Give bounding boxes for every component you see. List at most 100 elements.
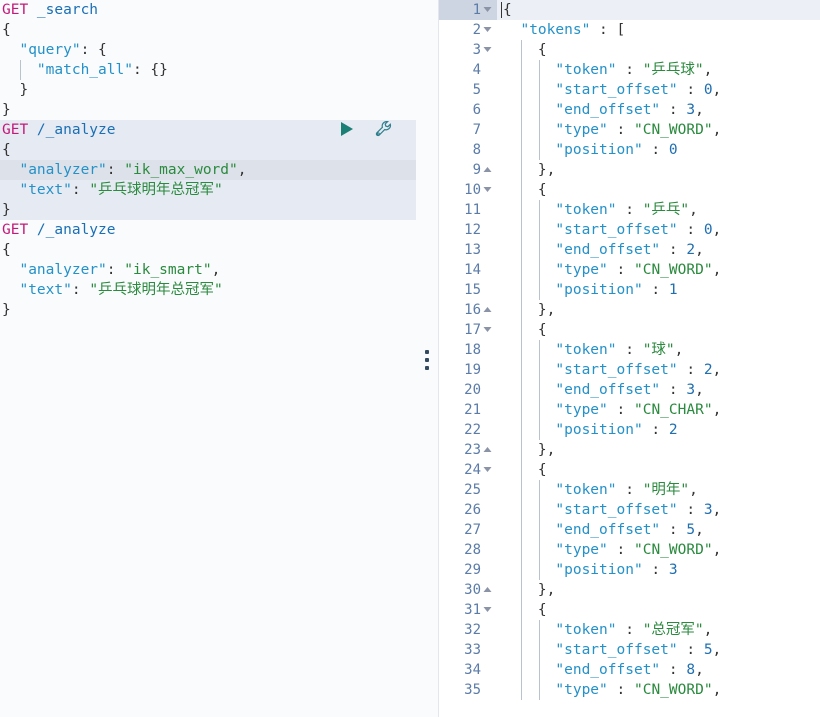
response-line[interactable]: 8 "position" : 0 (439, 140, 820, 160)
code-token: "end_offset" (555, 662, 661, 678)
panel-splitter[interactable] (416, 0, 438, 717)
chevron-up-icon[interactable] (483, 300, 494, 320)
code-token: : (616, 202, 643, 218)
response-line[interactable]: 9 }, (439, 160, 820, 180)
response-line[interactable]: 5 "start_offset" : 0, (439, 80, 820, 100)
editor-line[interactable]: } (0, 300, 416, 320)
code-token: "ik_smart" (124, 262, 212, 278)
splitter-drag-handle[interactable] (425, 350, 429, 370)
code-token: "start_offset" (555, 362, 678, 378)
indent-guide (521, 480, 523, 500)
chevron-up-icon[interactable] (483, 580, 494, 600)
request-block-2[interactable]: GET /_analyze { "analyzer": "ik_smart", "… (0, 220, 416, 320)
response-code-text: { (497, 460, 820, 480)
response-viewer-panel[interactable]: 1{2 "tokens" : [3 {4 "token" : "乒乓球", 5 "… (438, 0, 820, 717)
response-line[interactable]: 3 { (439, 40, 820, 60)
chevron-up-icon[interactable] (483, 440, 494, 460)
response-line[interactable]: 35 "type" : "CN_WORD", (439, 680, 820, 700)
response-line[interactable]: 24 { (439, 460, 820, 480)
chevron-down-icon[interactable] (483, 20, 494, 40)
editor-line[interactable]: { (0, 20, 416, 40)
editor-line[interactable]: } (0, 200, 416, 220)
response-line[interactable]: 34 "end_offset" : 8, (439, 660, 820, 680)
chevron-down-icon[interactable] (483, 320, 494, 340)
response-line[interactable]: 29 "position" : 3 (439, 560, 820, 580)
response-line[interactable]: 25 "token" : "明年", (439, 480, 820, 500)
indent-guide (521, 340, 523, 360)
editor-line[interactable]: } (0, 80, 416, 100)
response-line[interactable]: 6 "end_offset" : 3, (439, 100, 820, 120)
chevron-down-icon[interactable] (483, 180, 494, 200)
response-line[interactable]: 14 "type" : "CN_WORD", (439, 260, 820, 280)
request-editor-panel[interactable]: GET _search{ "query": { "match_all": {} … (0, 0, 416, 717)
line-number: 3 (439, 40, 497, 60)
editor-line[interactable]: "analyzer": "ik_max_word", (0, 160, 416, 180)
code-token: , (712, 222, 722, 238)
response-line[interactable]: 13 "end_offset" : 2, (439, 240, 820, 260)
response-line[interactable]: 17 { (439, 320, 820, 340)
indent-guide (521, 380, 523, 400)
code-token: , (211, 262, 221, 278)
response-line[interactable]: 33 "start_offset" : 5, (439, 640, 820, 660)
response-line[interactable]: 11 "token" : "乒乓", (439, 200, 820, 220)
response-code-text: "position" : 3 (497, 560, 820, 580)
code-token: : (660, 242, 687, 258)
response-line[interactable]: 16 }, (439, 300, 820, 320)
response-line[interactable]: 7 "type" : "CN_WORD", (439, 120, 820, 140)
response-line[interactable]: 22 "position" : 2 (439, 420, 820, 440)
response-line[interactable]: 10 { (439, 180, 820, 200)
code-token: "text" (19, 182, 72, 198)
response-line[interactable]: 28 "type" : "CN_WORD", (439, 540, 820, 560)
response-line[interactable]: 21 "type" : "CN_CHAR", (439, 400, 820, 420)
response-line[interactable]: 1{ (439, 0, 820, 20)
response-line[interactable]: 18 "token" : "球", (439, 340, 820, 360)
response-line[interactable]: 31 { (439, 600, 820, 620)
wrench-icon[interactable] (374, 119, 394, 143)
response-line[interactable]: 4 "token" : "乒乓球", (439, 60, 820, 80)
code-token: { (150, 62, 160, 78)
chevron-down-icon[interactable] (483, 600, 494, 620)
editor-line[interactable]: "query": { (0, 40, 416, 60)
code-token: 8 (686, 662, 696, 678)
response-line[interactable]: 2 "tokens" : [ (439, 20, 820, 40)
request-block-0[interactable]: GET _search{ "query": { "match_all": {} … (0, 0, 416, 120)
editor-line[interactable]: "text": "乒乓球明年总冠军" (0, 180, 416, 200)
editor-line[interactable]: "analyzer": "ik_smart", (0, 260, 416, 280)
response-line[interactable]: 15 "position" : 1 (439, 280, 820, 300)
editor-line[interactable]: "text": "乒乓球明年总冠军" (0, 280, 416, 300)
chevron-up-icon[interactable] (483, 160, 494, 180)
response-line[interactable]: 26 "start_offset" : 3, (439, 500, 820, 520)
code-token: : (607, 542, 634, 558)
response-line[interactable]: 27 "end_offset" : 5, (439, 520, 820, 540)
indent-guide (538, 380, 540, 400)
response-code-text: }, (497, 580, 820, 600)
editor-line[interactable]: } (0, 100, 416, 120)
play-icon[interactable] (338, 120, 356, 142)
response-code-text: { (497, 180, 820, 200)
editor-line[interactable]: "match_all": {} (0, 60, 416, 80)
request-actions[interactable] (338, 120, 394, 142)
editor-line[interactable]: { (0, 140, 416, 160)
indent-guide (538, 500, 540, 520)
response-line[interactable]: 30 }, (439, 580, 820, 600)
code-token: , (695, 242, 704, 258)
chevron-down-icon[interactable] (483, 0, 494, 20)
line-number: 19 (439, 360, 497, 380)
code-token: 0 (703, 82, 713, 98)
request-block-1[interactable]: GET /_analyze { "analyzer": "ik_max_word"… (0, 120, 416, 220)
response-line[interactable]: 12 "start_offset" : 0, (439, 220, 820, 240)
code-token: "CN_WORD" (633, 122, 713, 138)
indent-guide (538, 420, 540, 440)
editor-line[interactable]: GET _search (0, 0, 416, 20)
response-line[interactable]: 23 }, (439, 440, 820, 460)
editor-line[interactable]: { (0, 240, 416, 260)
chevron-down-icon[interactable] (483, 40, 494, 60)
indent-guide (521, 100, 523, 120)
editor-line[interactable]: GET /_analyze (0, 220, 416, 240)
response-line[interactable]: 20 "end_offset" : 3, (439, 380, 820, 400)
line-number: 25 (439, 480, 497, 500)
response-line[interactable]: 32 "token" : "总冠军", (439, 620, 820, 640)
response-line[interactable]: 19 "start_offset" : 2, (439, 360, 820, 380)
chevron-down-icon[interactable] (483, 460, 494, 480)
